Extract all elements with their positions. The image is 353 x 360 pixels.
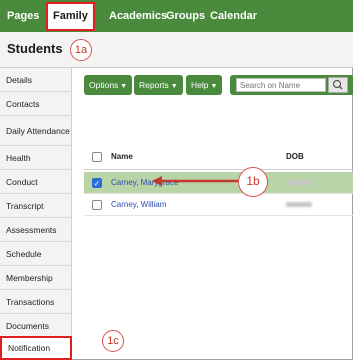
sidebar-item-conduct[interactable]: Conduct (0, 170, 72, 194)
tab-groups[interactable]: Groups (166, 0, 205, 32)
caret-down-icon: ▼ (120, 83, 128, 90)
page-title: Students (7, 41, 63, 56)
search-icon (332, 79, 343, 90)
caret-down-icon: ▼ (170, 83, 178, 90)
sidebar-item-schedule[interactable]: Schedule (0, 242, 72, 266)
search-button[interactable] (328, 77, 348, 93)
sidebar-item-transactions[interactable]: Transactions (0, 290, 72, 314)
column-header-dob[interactable]: DOB (286, 152, 304, 161)
tab-family[interactable]: Family (46, 2, 95, 31)
annotation-arrow-icon (152, 176, 238, 186)
page-header: Students (0, 32, 353, 68)
sidebar-item-contacts[interactable]: Contacts (0, 92, 72, 116)
options-button[interactable]: Options ▼ (84, 75, 133, 95)
help-label: Help (191, 80, 209, 90)
sidebar-item-health[interactable]: Health (0, 146, 72, 170)
dob-value-blurred (286, 202, 312, 207)
options-label: Options (89, 80, 119, 90)
tab-academics[interactable]: Academics (109, 0, 167, 32)
tab-pages[interactable]: Pages (7, 0, 39, 32)
row-checkbox[interactable] (92, 200, 102, 210)
select-all-checkbox[interactable] (92, 152, 102, 162)
top-nav: Pages Family Academics Groups Calendar (0, 0, 353, 32)
dob-value-blurred (286, 180, 312, 185)
sidebar-item-transcript[interactable]: Transcript (0, 194, 72, 218)
sidebar: Details Contacts Daily Attendance Health… (0, 68, 72, 360)
caret-down-icon: ▼ (210, 83, 218, 90)
callout-1c: 1c (102, 330, 124, 352)
sidebar-item-membership[interactable]: Membership (0, 266, 72, 290)
row-checkbox[interactable]: ✓ (92, 178, 102, 188)
sidebar-item-daily-attendance[interactable]: Daily Attendance (0, 116, 72, 146)
help-button[interactable]: Help ▼ (186, 75, 223, 95)
column-header-name[interactable]: Name (111, 152, 133, 161)
sidebar-item-documents[interactable]: Documents (0, 314, 72, 338)
search-box (230, 75, 353, 95)
sidebar-item-details[interactable]: Details (0, 68, 72, 92)
sidebar-item-notification[interactable]: Notification (0, 336, 72, 360)
sidebar-item-assessments[interactable]: Assessments (0, 218, 72, 242)
callout-1b: 1b (238, 167, 268, 197)
reports-button[interactable]: Reports ▼ (134, 75, 183, 95)
callout-1a: 1a (70, 39, 92, 61)
reports-label: Reports (139, 80, 169, 90)
tab-calendar[interactable]: Calendar (210, 0, 257, 32)
search-input[interactable] (236, 78, 326, 92)
